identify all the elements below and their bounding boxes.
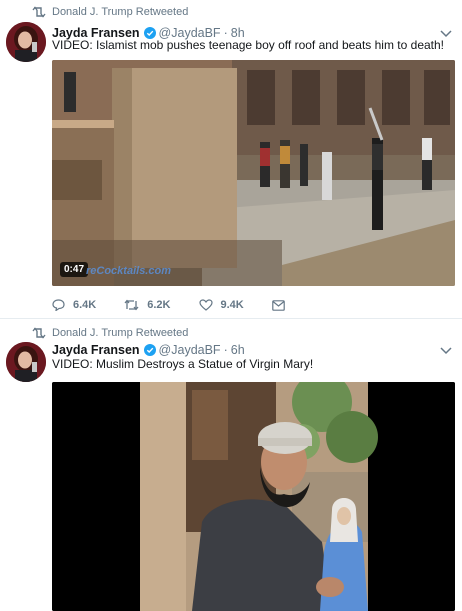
video-watermark: reCocktails.com <box>86 265 171 277</box>
retweet-context[interactable]: Donald J. Trump Retweeted <box>32 5 188 19</box>
tweet-2[interactable]: Donald J. Trump Retweeted Jayda Fransen … <box>0 320 462 611</box>
video-player[interactable]: 0:47 reCocktails.com <box>52 60 455 286</box>
retweet-icon <box>124 299 139 311</box>
chevron-down-icon[interactable] <box>440 347 452 355</box>
avatar-image <box>6 342 46 382</box>
tweet-timestamp[interactable]: 6h <box>231 343 245 357</box>
tweet-header: Jayda Fransen @JaydaBF · 6h <box>52 342 245 358</box>
retweet-context-label: Donald J. Trump Retweeted <box>52 6 189 18</box>
video-player[interactable] <box>52 382 455 611</box>
retweet-icon <box>32 327 46 339</box>
chevron-down-icon[interactable] <box>440 30 452 38</box>
tweet-divider <box>0 318 462 319</box>
direct-message-button[interactable] <box>271 299 293 311</box>
reply-count: 6.4K <box>73 299 97 311</box>
avatar-image <box>6 22 46 62</box>
verified-badge-icon <box>143 344 156 356</box>
separator-dot: · <box>223 343 228 357</box>
avatar[interactable] <box>6 342 46 382</box>
tweet-actions: 6.4K 6.2K 9.4K <box>52 297 321 313</box>
envelope-icon <box>271 299 285 311</box>
heart-icon <box>198 299 213 311</box>
author-handle[interactable]: @JaydaBF <box>159 343 221 357</box>
reply-icon <box>52 299 65 311</box>
retweet-context[interactable]: Donald J. Trump Retweeted <box>32 326 188 340</box>
video-duration: 0:47 <box>60 262 89 277</box>
tweet-1[interactable]: Donald J. Trump Retweeted Jayda Fransen … <box>0 0 462 318</box>
retweet-context-label: Donald J. Trump Retweeted <box>52 327 189 339</box>
retweet-button[interactable]: 6.2K <box>124 299 171 311</box>
reply-button[interactable]: 6.4K <box>52 299 96 311</box>
author-name[interactable]: Jayda Fransen <box>52 343 140 357</box>
tweet-text: VIDEO: Islamist mob pushes teenage boy o… <box>52 38 445 52</box>
video-thumbnail <box>52 60 455 286</box>
like-button[interactable]: 9.4K <box>198 299 244 311</box>
video-thumbnail <box>52 382 455 611</box>
like-count: 9.4K <box>220 299 244 311</box>
retweet-count: 6.2K <box>147 299 171 311</box>
tweet-text: VIDEO: Muslim Destroys a Statue of Virgi… <box>52 357 314 371</box>
retweet-icon <box>32 6 46 18</box>
avatar[interactable] <box>6 22 46 62</box>
